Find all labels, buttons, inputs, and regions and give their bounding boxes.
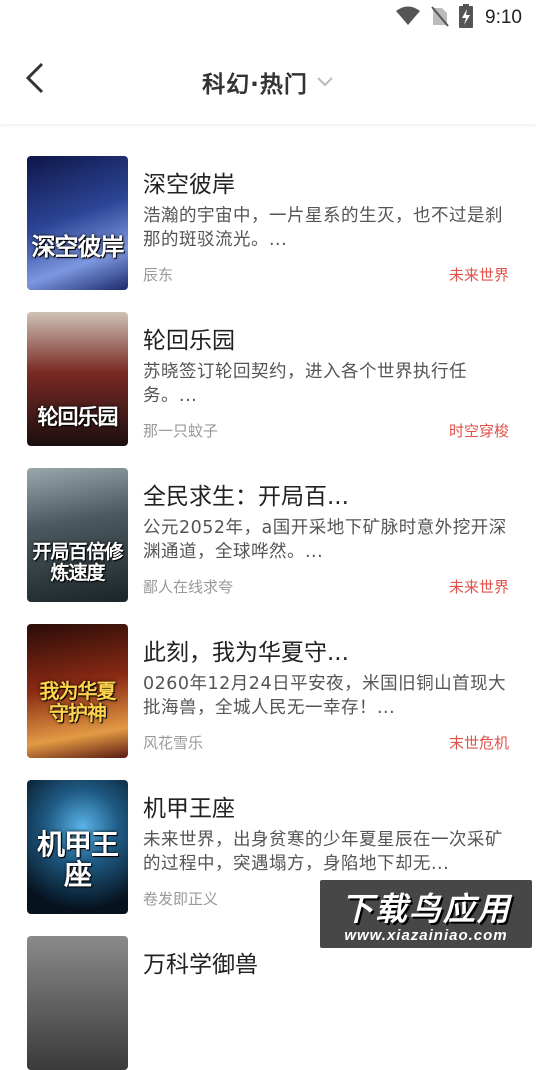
battery-charging-icon (459, 4, 474, 32)
cover-title: 我为华夏守护神 (39, 679, 117, 725)
book-title: 轮回乐园 (143, 328, 235, 354)
book-cover: 机甲王座 (27, 780, 128, 914)
no-sim-icon (431, 5, 449, 31)
book-cover: 轮回乐园 (27, 312, 128, 446)
watermark-main-text: 下载鸟应用 (340, 890, 511, 928)
book-title: 深空彼岸 (143, 172, 235, 198)
wifi-icon (395, 6, 421, 30)
page-title: 科幻·热门 (202, 72, 308, 98)
book-cover (27, 936, 128, 1070)
book-item[interactable]: 轮回乐园 轮回乐园 苏晓签订轮回契约，进入各个世界执行任务。... 那一只蚊子 … (0, 280, 536, 446)
watermark-url-text: www.xiazainiao.com (344, 927, 508, 944)
book-title: 机甲王座 (143, 796, 235, 822)
book-description: 公元2052年，a国开采地下矿脉时意外挖开深渊通道，全球哗然。... (143, 518, 507, 562)
book-description: 苏晓签订轮回契约，进入各个世界执行任务。... (143, 362, 467, 406)
book-cover: 我为华夏守护神 (27, 624, 128, 758)
cover-title: 深空彼岸 (31, 232, 125, 261)
book-description: 浩瀚的宇宙中，一片星系的生灭，也不过是刹那的斑驳流光。... (143, 206, 503, 250)
cover-title: 开局百倍修炼速度 (32, 541, 123, 584)
book-item[interactable]: 我为华夏守护神 此刻，我为华夏守... 0260年12月24日平安夜，米国旧铜山… (0, 592, 536, 758)
book-cover: 开局百倍修炼速度 (27, 468, 128, 602)
book-item[interactable]: 开局百倍修炼速度 全民求生：开局百... 公元2052年，a国开采地下矿脉时意外… (0, 436, 536, 602)
status-time: 9:10 (485, 7, 522, 28)
header: 科幻·热门 (0, 40, 536, 124)
book-title: 全民求生：开局百... (143, 484, 349, 510)
book-description: 0260年12月24日平安夜，米国旧铜山首现大批海兽，全城人民无一幸存！... (143, 674, 507, 718)
book-item[interactable]: 深空彼岸 深空彼岸 浩瀚的宇宙中，一片星系的生灭，也不过是刹那的斑驳流光。...… (0, 124, 536, 290)
chevron-down-icon (316, 76, 334, 88)
status-bar: 9:10 (0, 0, 536, 40)
cover-title: 机甲王座 (36, 828, 119, 891)
watermark-logo: 下载鸟应用 www.xiazainiao.com (320, 880, 532, 948)
book-cover: 深空彼岸 (27, 156, 128, 290)
book-description: 未来世界，出身贫寒的少年夏星辰在一次采矿的过程中，突遇塌方，身陷地下却无... (143, 830, 503, 874)
book-title: 万科学御兽 (143, 952, 258, 978)
title-dropdown[interactable]: 科幻·热门 (0, 62, 536, 102)
cover-title: 轮回乐园 (37, 404, 119, 429)
book-title: 此刻，我为华夏守... (143, 640, 349, 666)
status-icons: 9:10 (395, 4, 522, 32)
